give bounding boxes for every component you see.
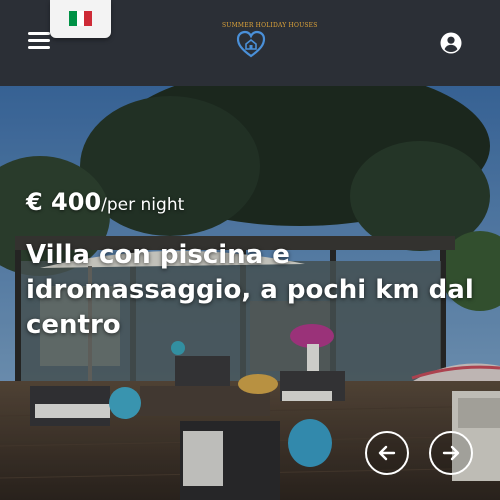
language-selector[interactable]	[50, 0, 111, 38]
carousel-next-button[interactable]	[429, 431, 473, 475]
listing-title: Villa con piscina e idromassaggio, a poc…	[26, 240, 474, 340]
italy-flag-icon	[69, 11, 93, 26]
hamburger-menu-icon[interactable]	[28, 32, 50, 50]
carousel-prev-button[interactable]	[365, 431, 409, 475]
arrow-left-icon	[378, 445, 396, 461]
listing-hero-image[interactable]: € 400/per night Villa con piscina e idro…	[0, 86, 500, 500]
arrow-right-icon	[442, 445, 460, 461]
top-bar: SUMMER HOLIDAY HOUSES	[0, 0, 500, 86]
user-account-icon[interactable]	[440, 32, 462, 54]
heart-house-icon	[236, 30, 266, 58]
site-logo[interactable]: SUMMER HOLIDAY HOUSES	[222, 22, 318, 64]
price-amount: € 400	[26, 188, 102, 216]
price-label: € 400/per night	[26, 188, 184, 216]
price-unit: /per night	[101, 195, 185, 215]
logo-text: SUMMER HOLIDAY HOUSES	[222, 22, 318, 29]
